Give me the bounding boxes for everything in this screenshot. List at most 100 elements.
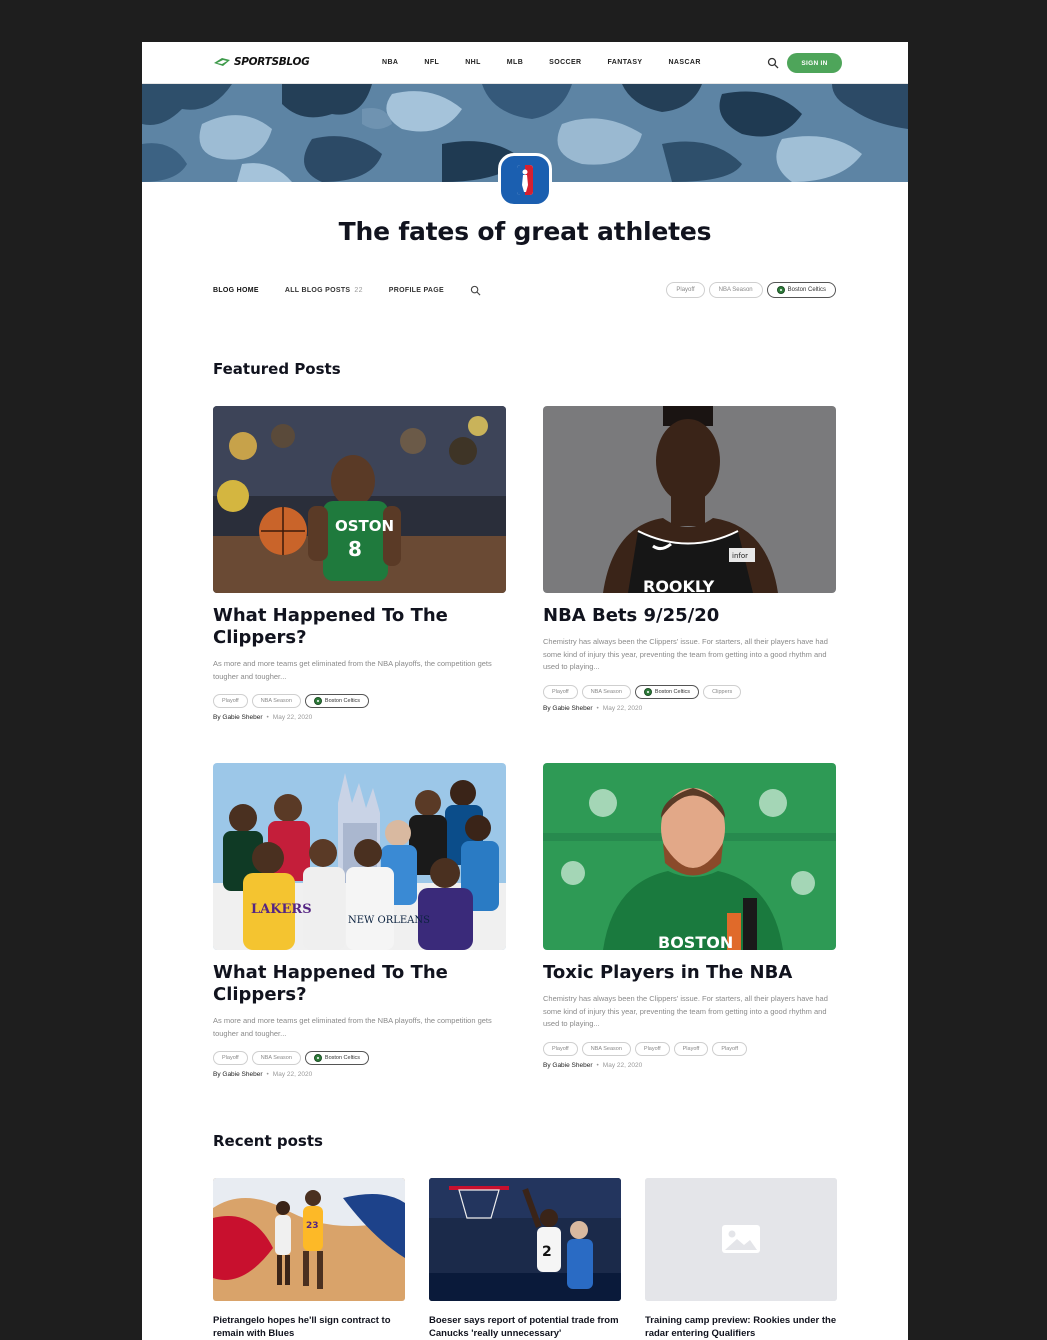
featured-post-card[interactable]: infor ROOKLY NBA Bets 9/25/20 Chemistry …: [543, 406, 836, 712]
tag-chip[interactable]: Playoff: [712, 1041, 748, 1056]
post-excerpt: As more and more teams get eliminated fr…: [213, 1016, 492, 1038]
meta-separator: •: [596, 704, 599, 712]
tag-chip[interactable]: Boston Celtics: [304, 694, 370, 708]
site-header: SPORTSBLOG NBA NFL NHL MLB SOCCER FANTAS…: [142, 42, 908, 84]
svg-text:23: 23: [306, 1221, 319, 1231]
post-image-placeholder[interactable]: [645, 1178, 837, 1301]
blog-nav: BLOG HOME ALL BLOG POSTS 22 PROFILE PAGE: [213, 285, 481, 296]
tag-chip[interactable]: Playoff: [543, 684, 578, 699]
blog-home-link[interactable]: BLOG HOME: [213, 287, 259, 294]
recent-post-title[interactable]: Pietrangelo hopes he'll sign contract to…: [213, 1314, 405, 1340]
filter-tag-boston-celtics[interactable]: Boston Celtics: [766, 282, 836, 298]
celtics-icon: [313, 1054, 322, 1062]
nav-item-nba[interactable]: NBA: [382, 59, 398, 66]
post-date: May 22, 2020: [602, 704, 643, 712]
svg-text:infor: infor: [732, 552, 748, 560]
post-author[interactable]: By Gabie Sheber: [213, 1071, 263, 1078]
all-blog-posts-label: ALL BLOG POSTS: [284, 287, 351, 294]
search-icon[interactable]: [767, 57, 779, 69]
post-author[interactable]: By Gabie Sheber: [543, 1062, 593, 1069]
featured-post-card[interactable]: OSTON 8 What Happened To The Clippers? A…: [213, 406, 506, 721]
recent-posts-heading: Recent posts: [213, 1132, 323, 1150]
meta-separator: •: [266, 1071, 269, 1078]
celtics-icon: [643, 687, 652, 696]
filter-tag-nba-season[interactable]: NBA Season: [708, 282, 763, 298]
recent-post-card[interactable]: Training camp preview: Rookies under the…: [645, 1178, 837, 1340]
svg-text:BOSTON: BOSTON: [658, 933, 733, 950]
post-date: May 22, 2020: [602, 1061, 643, 1069]
tag-chip[interactable]: Boston Celtics: [304, 1051, 370, 1065]
post-count: 22: [354, 287, 363, 294]
post-image[interactable]: 23: [213, 1178, 405, 1301]
svg-text:NEW ORLEANS: NEW ORLEANS: [348, 915, 430, 926]
meta-separator: •: [266, 714, 269, 721]
recent-post-card[interactable]: 23 Pietrangelo hopes he'll sign contract…: [213, 1178, 405, 1340]
tag-chip[interactable]: Clippers: [703, 684, 742, 699]
nav-item-nhl[interactable]: NHL: [465, 59, 481, 66]
post-image[interactable]: BOSTON: [543, 763, 836, 950]
site-logo[interactable]: SPORTSBLOG: [213, 56, 310, 68]
post-tags: Playoff NBA Season Boston Celtics: [213, 694, 506, 708]
post-author[interactable]: By Gabie Sheber: [213, 714, 263, 721]
featured-post-card[interactable]: BOSTON Toxic Players in The NBA Chemistr…: [543, 763, 836, 1069]
blog-search-icon[interactable]: [470, 285, 481, 296]
post-date: May 22, 2020: [272, 1071, 313, 1078]
filter-tags: Playoff NBA Season Boston Celtics: [666, 282, 836, 298]
post-tags: Playoff NBA Season Boston Celtics: [213, 1051, 506, 1065]
sign-in-button[interactable]: SIGN IN: [787, 53, 842, 73]
all-blog-posts-link[interactable]: ALL BLOG POSTS 22: [285, 287, 363, 294]
tag-chip[interactable]: NBA Season: [251, 694, 301, 708]
post-image[interactable]: LAKERS NEW ORLEANS: [213, 763, 506, 950]
celtics-icon: [776, 286, 785, 294]
post-author[interactable]: By Gabie Sheber: [543, 705, 593, 712]
recent-post-title[interactable]: Boeser says report of potential trade fr…: [429, 1314, 621, 1340]
tag-chip[interactable]: Playoff: [213, 1051, 248, 1065]
tag-chip[interactable]: NBA Season: [581, 1041, 631, 1056]
nav-item-nascar[interactable]: NASCAR: [668, 59, 700, 66]
svg-text:ROOKLY: ROOKLY: [643, 577, 715, 593]
post-title[interactable]: Toxic Players in The NBA: [543, 962, 836, 984]
tag-chip-label: Boston Celtics: [324, 698, 361, 704]
svg-text:2: 2: [542, 1244, 552, 1260]
celtics-icon: [313, 697, 322, 705]
post-excerpt: As more and more teams get eliminated fr…: [213, 659, 492, 681]
tag-chip-label: Boston Celtics: [324, 1055, 361, 1061]
svg-text:LAKERS: LAKERS: [251, 902, 312, 917]
recent-post-title[interactable]: Training camp preview: Rookies under the…: [645, 1314, 837, 1340]
post-title[interactable]: What Happened To The Clippers?: [213, 962, 506, 1006]
post-excerpt: Chemistry has always been the Clippers' …: [543, 637, 828, 671]
post-image[interactable]: infor ROOKLY: [543, 406, 836, 593]
nba-logo-icon: [517, 165, 533, 195]
blog-title: The fates of great athletes: [338, 217, 712, 246]
post-excerpt: Chemistry has always been the Clippers' …: [543, 994, 828, 1028]
tag-chip[interactable]: Playoff: [213, 694, 248, 708]
tag-chip[interactable]: NBA Season: [251, 1051, 301, 1065]
nav-item-nfl[interactable]: NFL: [424, 59, 439, 66]
filter-tag-label: Boston Celtics: [787, 287, 826, 293]
post-meta: By Gabie Sheber • May 22, 2020: [543, 1062, 836, 1069]
post-image[interactable]: OSTON 8: [213, 406, 506, 593]
tag-chip[interactable]: NBA Season: [581, 684, 631, 699]
svg-text:8: 8: [348, 537, 362, 561]
post-title[interactable]: NBA Bets 9/25/20: [543, 605, 836, 627]
filter-tag-playoff[interactable]: Playoff: [666, 282, 705, 298]
tag-chip[interactable]: Playoff: [673, 1041, 709, 1056]
recent-post-card[interactable]: 2 Boeser says report of potential trade …: [429, 1178, 621, 1340]
meta-separator: •: [596, 1061, 599, 1069]
tag-chip[interactable]: Playoff: [543, 1041, 578, 1056]
page: SPORTSBLOG NBA NFL NHL MLB SOCCER FANTAS…: [142, 42, 908, 1340]
post-title[interactable]: What Happened To The Clippers?: [213, 605, 506, 649]
nav-item-fantasy[interactable]: FANTASY: [608, 59, 643, 66]
post-tags: Playoff NBA Season Playoff Playoff Playo…: [543, 1041, 836, 1056]
featured-post-card[interactable]: LAKERS NEW ORLEANS What Happened To The …: [213, 763, 506, 1078]
nav-item-mlb[interactable]: MLB: [507, 59, 523, 66]
post-tags: Playoff NBA Season Boston Celtics Clippe…: [543, 684, 836, 699]
post-image[interactable]: 2: [429, 1178, 621, 1301]
tag-chip[interactable]: Boston Celtics: [634, 684, 700, 699]
post-meta: By Gabie Sheber • May 22, 2020: [213, 714, 506, 721]
nav-item-soccer[interactable]: SOCCER: [549, 59, 581, 66]
post-date: May 22, 2020: [272, 714, 313, 721]
tag-chip[interactable]: Playoff: [634, 1041, 670, 1056]
featured-posts-heading: Featured Posts: [213, 360, 341, 378]
profile-page-link[interactable]: PROFILE PAGE: [389, 287, 444, 294]
